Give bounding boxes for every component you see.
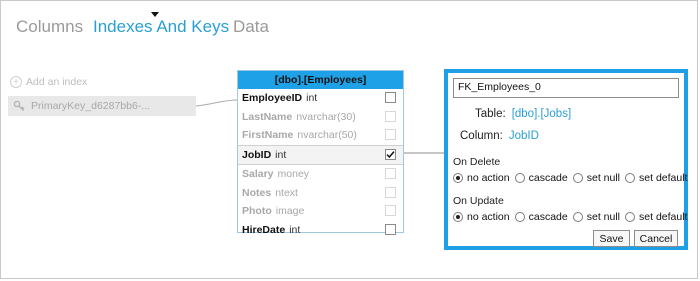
radio-button[interactable] xyxy=(514,173,525,183)
on-delete-option[interactable]: set null xyxy=(572,172,621,184)
on-update-option[interactable]: cascade xyxy=(514,211,568,223)
checkbox[interactable] xyxy=(385,92,396,103)
radio-button[interactable] xyxy=(625,173,636,183)
radio-button[interactable] xyxy=(514,212,525,222)
column-type: int xyxy=(306,92,318,105)
radio-label: set default xyxy=(639,211,688,223)
column-type: money xyxy=(277,168,310,181)
column-type: nvarchar(30) xyxy=(296,110,356,123)
table-column-row: Salary money xyxy=(238,165,403,184)
cancel-button[interactable]: Cancel xyxy=(634,230,678,247)
column-name: Notes xyxy=(242,186,272,199)
checkbox-checked[interactable] xyxy=(385,148,396,160)
foreign-key-panel: FK_Employees_0 Table: [dbo].[Jobs] Column… xyxy=(444,69,688,250)
fk-table-label: Table: xyxy=(475,108,506,120)
table-column-row: LastName nvarchar(30) xyxy=(238,108,403,127)
on-update-options: no action cascade set null set default xyxy=(453,211,692,223)
column-type: nvarchar(50) xyxy=(297,129,357,142)
radio-label: cascade xyxy=(528,172,568,184)
table-column-row: FirstName nvarchar(50) xyxy=(238,126,403,145)
fk-table-link[interactable]: [dbo].[Jobs] xyxy=(512,108,571,120)
column-name: EmployeeID xyxy=(242,92,303,105)
radio-button[interactable] xyxy=(572,173,583,183)
radio-label: cascade xyxy=(528,211,568,223)
column-type: ntext xyxy=(275,186,298,199)
fk-table-row: Table: [dbo].[Jobs] xyxy=(475,108,571,120)
column-name: FirstName xyxy=(242,129,294,142)
column-name: Photo xyxy=(242,205,272,218)
checkbox xyxy=(385,110,396,122)
fk-column-row: Column: JobID xyxy=(460,130,539,142)
fk-name-input[interactable]: FK_Employees_0 xyxy=(453,78,679,98)
column-name: LastName xyxy=(242,110,293,123)
column-type: image xyxy=(275,205,305,218)
column-name: HireDate xyxy=(242,223,286,236)
checkbox xyxy=(385,168,396,179)
on-delete-label: On Delete xyxy=(453,156,501,168)
column-type: int xyxy=(289,223,301,236)
checkmark-icon xyxy=(386,150,395,158)
radio-button[interactable] xyxy=(453,173,463,183)
table-column-row[interactable]: JobID int xyxy=(238,144,403,165)
table-column-row[interactable]: HireDate int xyxy=(238,221,403,240)
radio-button[interactable] xyxy=(453,212,463,222)
on-update-label: On Update xyxy=(453,195,504,207)
radio-button[interactable] xyxy=(625,212,636,222)
table-column-row: Photo image xyxy=(238,202,403,221)
checkbox xyxy=(385,129,396,140)
save-button[interactable]: Save xyxy=(593,230,630,247)
column-type: int xyxy=(275,148,287,161)
on-update-option[interactable]: set default xyxy=(625,211,687,223)
column-name: Salary xyxy=(242,168,274,181)
checkbox xyxy=(385,205,396,216)
checkbox[interactable] xyxy=(385,223,396,235)
radio-button[interactable] xyxy=(572,212,583,222)
on-update-option[interactable]: set null xyxy=(572,211,621,223)
fk-column-link[interactable]: JobID xyxy=(509,130,539,142)
on-delete-option[interactable]: set default xyxy=(625,172,687,184)
table-title: [dbo].[Employees] xyxy=(238,71,403,89)
radio-label: set null xyxy=(586,211,621,223)
radio-label: no action xyxy=(467,172,510,184)
on-update-option[interactable]: no action xyxy=(453,211,510,223)
radio-label: no action xyxy=(467,211,510,223)
radio-label: set null xyxy=(586,172,621,184)
checkbox xyxy=(385,186,396,198)
table-column-row: Notes ntext xyxy=(238,184,403,203)
on-delete-option[interactable]: cascade xyxy=(514,172,568,184)
on-delete-options: no action cascade set null set default xyxy=(453,172,692,184)
radio-label: set default xyxy=(639,172,688,184)
employees-table: [dbo].[Employees] EmployeeID int LastName n… xyxy=(237,70,404,236)
on-delete-option[interactable]: no action xyxy=(453,172,510,184)
table-column-row[interactable]: EmployeeID int xyxy=(238,89,403,108)
column-name: JobID xyxy=(242,148,272,161)
fk-column-label: Column: xyxy=(460,130,503,142)
